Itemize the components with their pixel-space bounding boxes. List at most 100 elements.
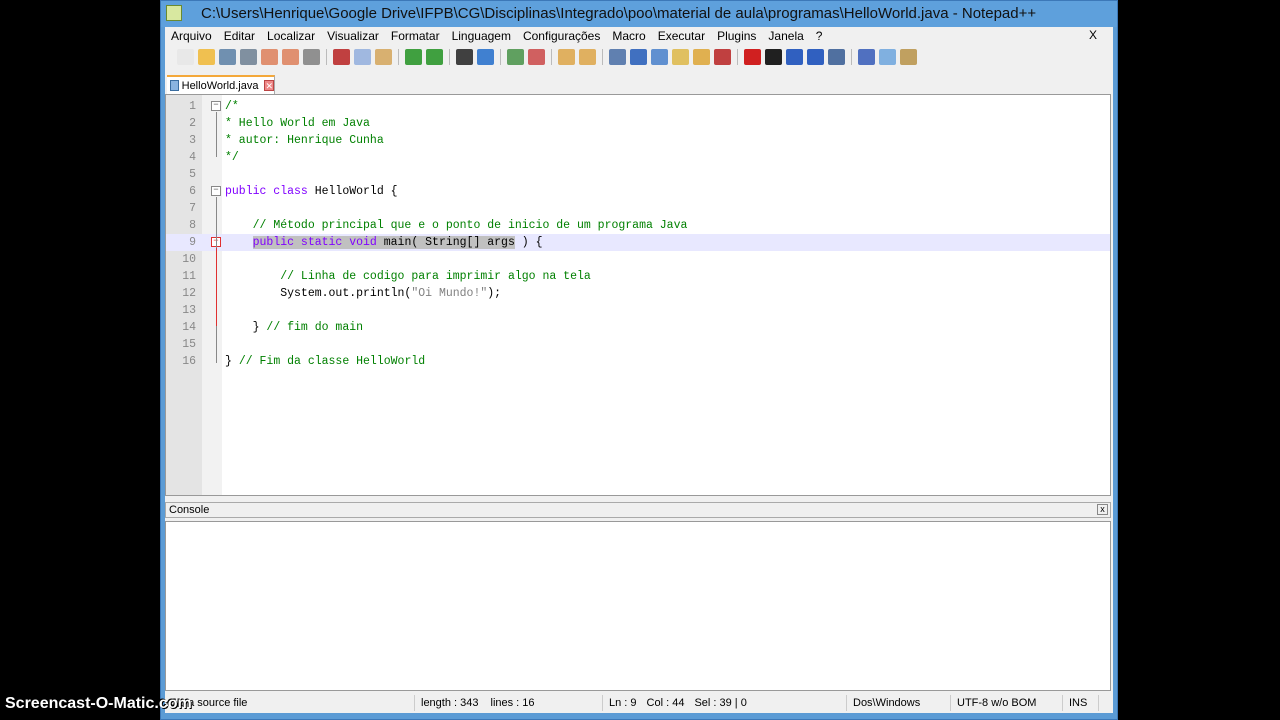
status-length-lines: length : 343 lines : 16: [415, 695, 603, 711]
toolbar: [177, 47, 917, 67]
code-line[interactable]: 14 } // fim do main: [166, 319, 1110, 336]
menu-editar[interactable]: Editar: [218, 29, 261, 43]
code-token: ( String[] args: [411, 236, 515, 249]
save-macro-icon[interactable]: [828, 49, 845, 65]
stop-macro-icon[interactable]: [765, 49, 782, 65]
code-line[interactable]: 1 −/*: [166, 98, 1110, 115]
console-title: Console: [169, 504, 210, 516]
save-icon[interactable]: [219, 49, 236, 65]
console-panel[interactable]: [165, 521, 1111, 691]
code-token: * Hello World em Java: [225, 117, 370, 130]
menu-help[interactable]: ?: [810, 29, 829, 43]
save-all-icon[interactable]: [240, 49, 257, 65]
menu-executar[interactable]: Executar: [652, 29, 711, 43]
plugin-icon[interactable]: [900, 49, 917, 65]
status-eol: Dos\Windows: [847, 695, 951, 711]
find-icon[interactable]: [456, 49, 473, 65]
code-line[interactable]: 2 * Hello World em Java: [166, 115, 1110, 132]
replace-icon[interactable]: [477, 49, 494, 65]
menu-macro[interactable]: Macro: [606, 29, 651, 43]
status-sel: Sel : 39 | 0: [694, 697, 747, 709]
code-text: * autor: Henrique Cunha: [225, 132, 384, 149]
code-line[interactable]: 13: [166, 302, 1110, 319]
fold-toggle-icon[interactable]: −: [211, 186, 221, 196]
line-number: 3: [189, 134, 196, 147]
cut-icon[interactable]: [333, 49, 350, 65]
copy-icon[interactable]: [354, 49, 371, 65]
code-line[interactable]: 10: [166, 251, 1110, 268]
print-icon[interactable]: [303, 49, 320, 65]
tab-helloworld-java[interactable]: HelloWorld.java ✕: [167, 75, 275, 94]
code-line[interactable]: 9− public static void main( String[] arg…: [166, 234, 1110, 251]
code-line[interactable]: 12 System.out.println("Oi Mundo!");: [166, 285, 1110, 302]
sync-v-icon[interactable]: [558, 49, 575, 65]
line-number: 11: [182, 270, 196, 283]
console-icon[interactable]: [879, 49, 896, 65]
toolbar-separator: [551, 49, 552, 65]
sync-h-icon[interactable]: [579, 49, 596, 65]
code-text: * Hello World em Java: [225, 115, 370, 132]
fold-line-active: [216, 248, 217, 326]
code-line[interactable]: 3 * autor: Henrique Cunha: [166, 132, 1110, 149]
code-line[interactable]: 7: [166, 200, 1110, 217]
code-line[interactable]: 15: [166, 336, 1110, 353]
code-line[interactable]: 4 */: [166, 149, 1110, 166]
line-number: 6: [189, 185, 196, 198]
play-macro-icon[interactable]: [786, 49, 803, 65]
menu-plugins[interactable]: Plugins: [711, 29, 762, 43]
menu-visualizar[interactable]: Visualizar: [321, 29, 385, 43]
line-number: 2: [189, 117, 196, 130]
code-token: // Fim da classe HelloWorld: [238, 355, 426, 368]
code-token: "Oi Mundo!": [411, 287, 488, 300]
open-icon[interactable]: [198, 49, 215, 65]
spellcheck-icon[interactable]: [858, 49, 875, 65]
status-ln: Ln : 9: [609, 697, 637, 709]
indent-guide-icon[interactable]: [651, 49, 668, 65]
menu-janela[interactable]: Janela: [762, 29, 809, 43]
toolbar-separator: [449, 49, 450, 65]
console-header: Console x: [165, 502, 1111, 518]
code-line[interactable]: 5: [166, 166, 1110, 183]
redo-icon[interactable]: [426, 49, 443, 65]
menu-configuraes[interactable]: Configurações: [517, 29, 606, 43]
status-lines: lines : 16: [490, 697, 535, 709]
zoom-in-icon[interactable]: [507, 49, 524, 65]
menu-formatar[interactable]: Formatar: [385, 29, 446, 43]
watermark: Screencast-O-Matic.com: [5, 695, 192, 712]
paste-icon[interactable]: [375, 49, 392, 65]
toolbar-separator: [737, 49, 738, 65]
code-line[interactable]: 16} // Fim da classe HelloWorld: [166, 353, 1110, 370]
close-icon[interactable]: [261, 49, 278, 65]
console-close-button[interactable]: x: [1097, 504, 1108, 515]
zoom-out-icon[interactable]: [528, 49, 545, 65]
word-wrap-icon[interactable]: [609, 49, 626, 65]
code-token: /*: [225, 100, 239, 113]
code-token: // fim do main: [266, 321, 364, 334]
code-token: * autor: Henrique Cunha: [225, 134, 384, 147]
toolbar-separator: [602, 49, 603, 65]
code-line[interactable]: 6 − public class HelloWorld {: [166, 183, 1110, 200]
fold-toggle-icon[interactable]: −: [211, 101, 221, 111]
record-macro-icon[interactable]: [744, 49, 761, 65]
code-text: } // Fim da classe HelloWorld: [225, 353, 425, 370]
menu-arquivo[interactable]: Arquivo: [165, 29, 218, 43]
folder-icon[interactable]: [672, 49, 689, 65]
code-line[interactable]: 8 // Método principal que e o ponto de i…: [166, 217, 1110, 234]
function-list-icon[interactable]: [714, 49, 731, 65]
play-multiple-icon[interactable]: [807, 49, 824, 65]
code-token: public class: [225, 185, 315, 198]
tab-close-icon[interactable]: ✕: [264, 80, 274, 91]
new-icon[interactable]: [177, 49, 194, 65]
menu-linguagem[interactable]: Linguagem: [446, 29, 517, 43]
close-all-icon[interactable]: [282, 49, 299, 65]
menu-localizar[interactable]: Localizar: [261, 29, 321, 43]
undo-icon[interactable]: [405, 49, 422, 65]
code-line[interactable]: 11 // Linha de codigo para imprimir algo…: [166, 268, 1110, 285]
code-editor[interactable]: 1−/* 2 * Hello World em Java 3 * autor: Henr…: [165, 94, 1111, 496]
doc-map-icon[interactable]: [693, 49, 710, 65]
close-document-button[interactable]: X: [1083, 28, 1103, 42]
show-all-chars-icon[interactable]: [630, 49, 647, 65]
